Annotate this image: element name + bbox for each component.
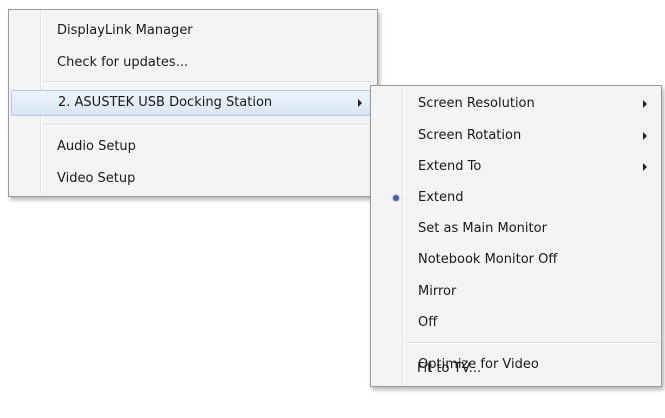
- menu-item-notebook-monitor-off[interactable]: Notebook Monitor Off: [373, 247, 659, 273]
- menu-item-label: Off: [418, 315, 438, 330]
- menu-item-extend-to[interactable]: Extend To: [373, 154, 659, 180]
- submenu-arrow-icon: [643, 163, 647, 171]
- menu-item-label: Check for updates...: [57, 55, 189, 70]
- radio-selected-icon: [393, 195, 399, 201]
- menu-item-set-as-main-monitor[interactable]: Set as Main Monitor: [373, 216, 659, 242]
- menu-separator: [43, 81, 374, 83]
- menu-item-audio-setup[interactable]: Audio Setup: [11, 134, 375, 160]
- menu-item-check-for-updates[interactable]: Check for updates...: [11, 50, 375, 76]
- menu-item-label: 2. ASUSTEK USB Docking Station: [58, 95, 273, 110]
- menu-item-label: Notebook Monitor Off: [418, 252, 558, 267]
- docking-station-submenu: Screen Resolution Screen Rotation Extend…: [370, 85, 662, 387]
- menu-item-extend[interactable]: Extend: [373, 185, 659, 211]
- menu-item-displaylink-manager[interactable]: DisplayLink Manager: [11, 18, 375, 44]
- menu-item-screen-rotation[interactable]: Screen Rotation: [373, 123, 659, 149]
- menu-item-label: Fit to TV...: [417, 361, 482, 376]
- menu-item-label: Video Setup: [57, 171, 136, 186]
- submenu-arrow-icon: [358, 99, 362, 107]
- submenu-arrow-icon: [643, 132, 647, 140]
- menu-item-label: Mirror: [418, 284, 457, 299]
- menu-item-label: DisplayLink Manager: [57, 23, 193, 38]
- submenu-arrow-icon: [643, 100, 647, 108]
- menu-item-screen-resolution[interactable]: Screen Resolution: [373, 91, 659, 117]
- menu-separator: [405, 342, 658, 344]
- menu-item-mirror[interactable]: Mirror: [373, 279, 659, 305]
- menu-item-label: Extend To: [418, 159, 482, 174]
- context-menu: DisplayLink Manager Check for updates...…: [8, 9, 378, 197]
- menu-item-label: Set as Main Monitor: [418, 221, 547, 236]
- menu-item-video-setup[interactable]: Video Setup: [11, 166, 375, 192]
- menu-item-label: Audio Setup: [57, 139, 136, 154]
- menu-item-label: Screen Rotation: [418, 128, 522, 143]
- menu-item-asustek-docking-station[interactable]: 2. ASUSTEK USB Docking Station: [11, 90, 375, 116]
- menu-separator: [43, 124, 374, 126]
- menu-item-off[interactable]: Off: [373, 310, 659, 336]
- menu-item-label: Extend: [418, 190, 464, 205]
- menu-item-label: Screen Resolution: [418, 96, 535, 111]
- menu-item-fit-to-tv[interactable]: Fit to TV...: [372, 356, 658, 382]
